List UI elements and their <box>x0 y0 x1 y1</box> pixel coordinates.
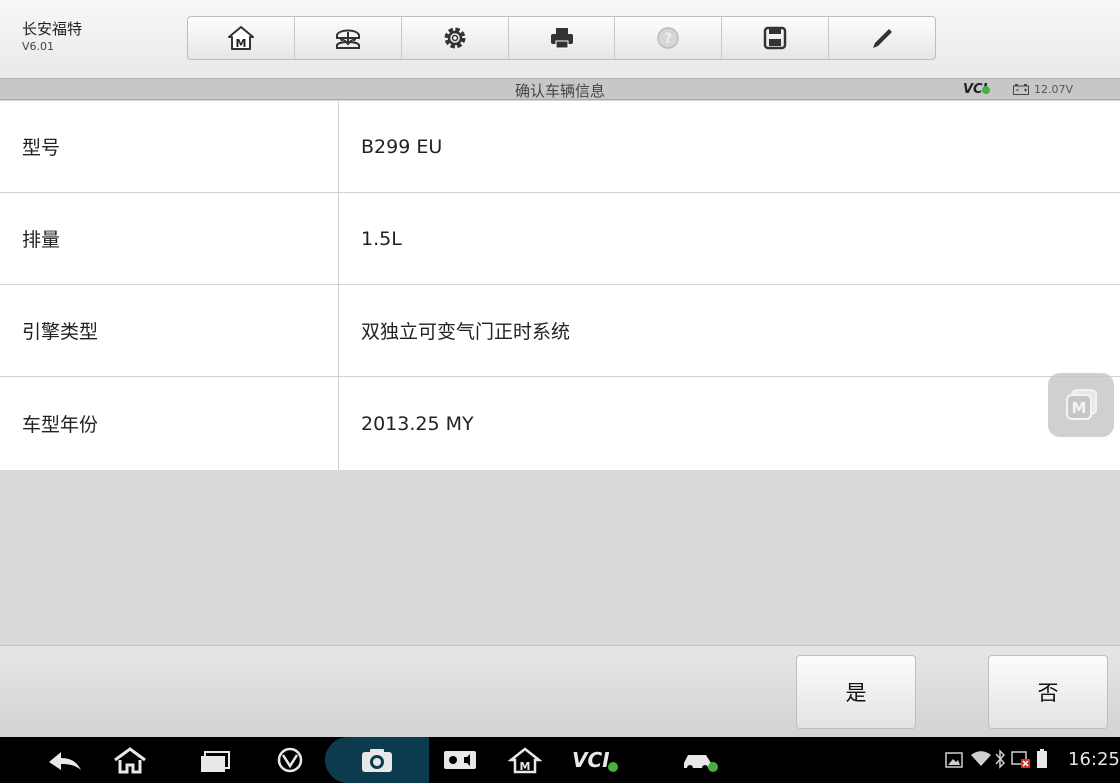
title-bar: 确认车辆信息 VCI 12.07V <box>0 78 1120 100</box>
system-nav-bar: M VCI 16:25 <box>0 737 1120 783</box>
brand: 长安福特 V6.01 <box>22 20 82 54</box>
row-label: 型号 <box>0 101 339 192</box>
m-icon: M <box>1066 389 1097 420</box>
browser-button[interactable] <box>265 737 315 783</box>
table-row: 型号 B299 EU <box>0 101 1120 193</box>
row-label: 车型年份 <box>0 377 339 470</box>
vci-connected-icon <box>982 86 990 94</box>
screenshot-button[interactable] <box>325 737 429 783</box>
vehicle-swap-icon <box>335 29 360 49</box>
page-title: 确认车辆信息 <box>514 82 605 100</box>
no-button[interactable]: 否 <box>988 655 1108 729</box>
save-icon <box>763 26 787 50</box>
action-bar: 是 否 <box>0 645 1120 737</box>
status-clock: 16:25 <box>1068 749 1120 770</box>
maxisys-home-icon: M <box>508 747 542 774</box>
row-label: 引擎类型 <box>0 285 339 376</box>
print-button[interactable] <box>509 17 616 59</box>
vci-nav-button[interactable]: VCI <box>565 737 625 783</box>
top-header: 长安福特 V6.01 M ? <box>0 0 1120 78</box>
vehicle-swap-button[interactable] <box>295 17 402 59</box>
vehicle-nav-button[interactable] <box>675 737 725 783</box>
usb-error-icon <box>1011 751 1030 768</box>
car-icon <box>684 755 718 772</box>
screenshot-notification-icon <box>945 752 963 768</box>
recent-apps-icon <box>201 751 230 772</box>
svg-text:M: M <box>1072 399 1087 417</box>
bluetooth-icon <box>995 749 1006 769</box>
home-nav-button[interactable] <box>105 737 155 783</box>
settings-button[interactable] <box>402 17 509 59</box>
save-button[interactable] <box>722 17 830 59</box>
table-row: 引擎类型 双独立可变气门正时系统 <box>0 285 1120 377</box>
row-value: 双独立可变气门正时系统 <box>361 321 571 343</box>
yes-button[interactable]: 是 <box>796 655 916 729</box>
home-icon: M <box>227 26 254 50</box>
row-value: 2013.25 MY <box>361 412 474 435</box>
help-icon: ? <box>657 27 680 49</box>
vci-icon: VCI <box>572 748 618 772</box>
maxisys-home-button[interactable]: M <box>500 737 550 783</box>
toolbar: M ? <box>187 16 936 60</box>
edit-button[interactable] <box>829 17 935 59</box>
recent-apps-button[interactable] <box>190 737 240 783</box>
row-value: 1.5L <box>361 227 402 250</box>
print-icon <box>550 28 573 49</box>
row-value: B299 EU <box>361 135 443 158</box>
browser-icon <box>277 747 303 773</box>
android-home-icon <box>114 747 146 774</box>
app-version: V6.01 <box>22 40 55 53</box>
edit-icon <box>873 29 893 48</box>
help-button[interactable]: ? <box>615 17 723 59</box>
row-label: 排量 <box>0 193 339 284</box>
svg-text:VCI: VCI <box>572 748 610 772</box>
wifi-icon <box>971 751 991 766</box>
brightness-volume-icon <box>444 751 476 769</box>
table-row: 排量 1.5L <box>0 193 1120 285</box>
battery-status-icon <box>1037 749 1047 768</box>
battery-voltage: 12.07V <box>1034 83 1074 96</box>
svg-text:?: ? <box>664 31 672 47</box>
settings-icon <box>444 27 466 49</box>
camera-icon <box>362 749 392 772</box>
svg-text:M: M <box>520 760 531 773</box>
svg-text:M: M <box>235 37 246 50</box>
floating-m-button[interactable]: M <box>1048 373 1114 437</box>
table-row: 车型年份 2013.25 MY <box>0 377 1120 470</box>
home-button[interactable]: M <box>188 17 295 59</box>
back-button[interactable] <box>40 737 90 783</box>
vehicle-info-table: 型号 B299 EU 排量 1.5L 引擎类型 双独立可变气门正时系统 车型年份… <box>0 101 1120 470</box>
back-icon <box>49 752 81 770</box>
display-button[interactable] <box>435 737 485 783</box>
battery-icon <box>1013 84 1029 95</box>
app-title: 长安福特 <box>22 20 83 38</box>
